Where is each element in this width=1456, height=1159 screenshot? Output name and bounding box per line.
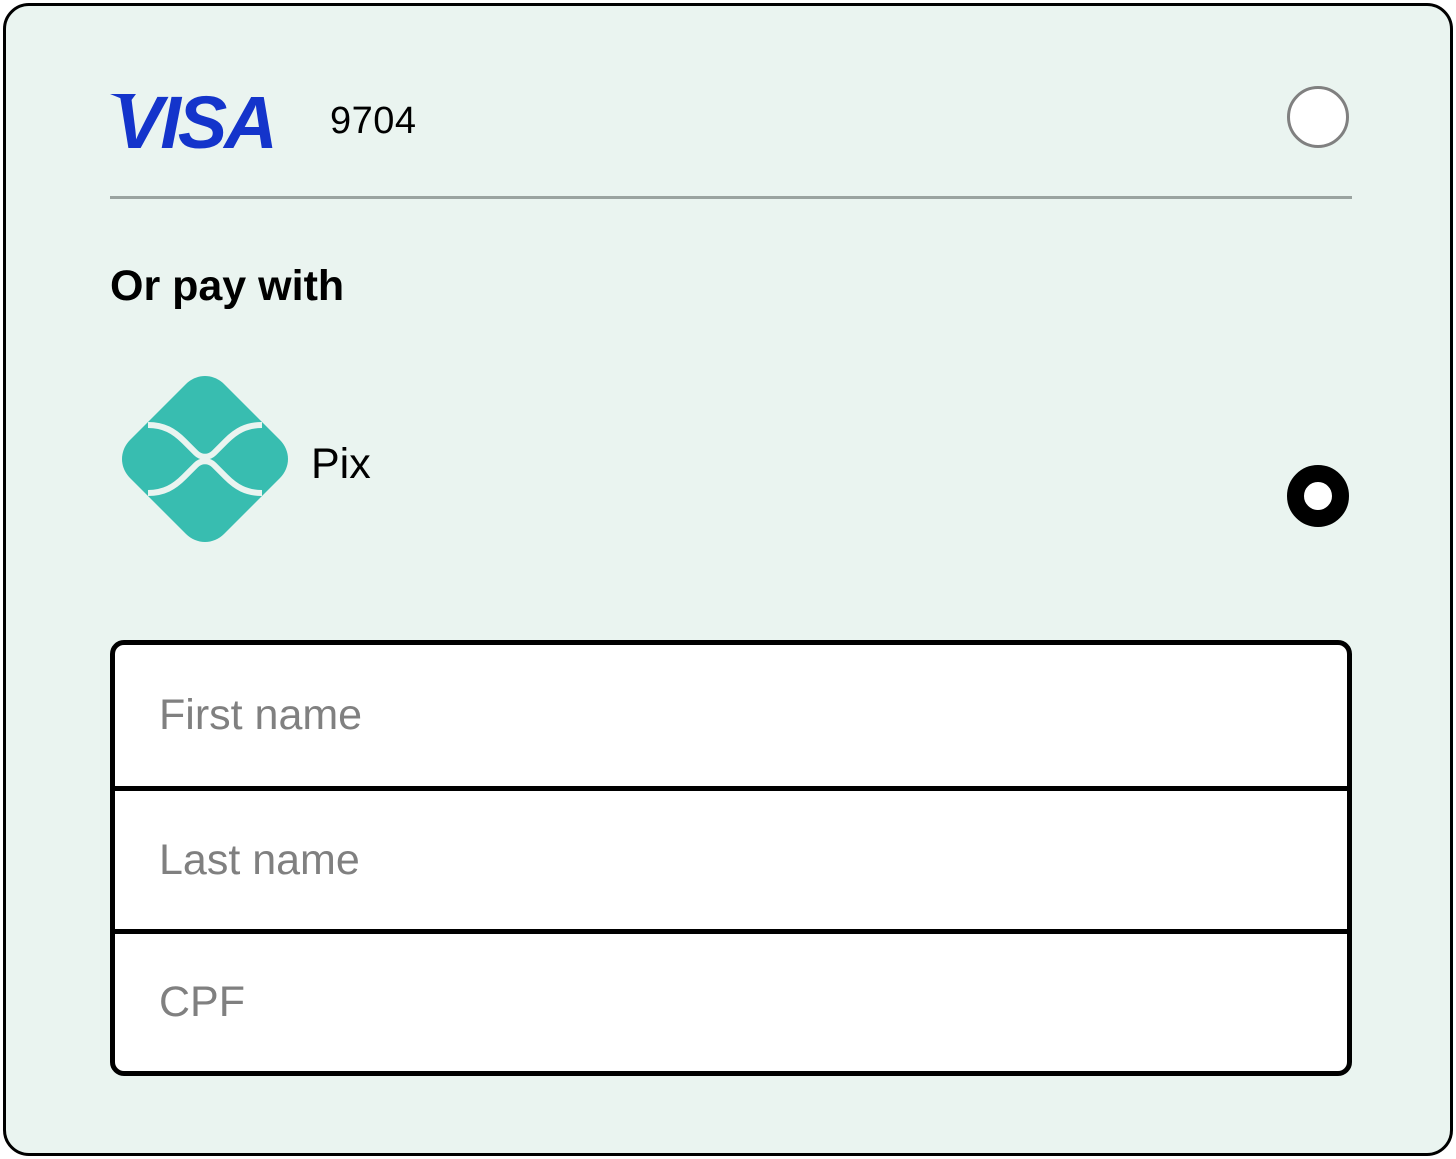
pix-details-form (110, 640, 1352, 1076)
first-name-input[interactable] (115, 645, 1347, 786)
cpf-field-wrapper (115, 934, 1347, 1071)
visa-logo-icon: VISA (110, 88, 296, 152)
svg-text:VISA: VISA (114, 88, 275, 152)
card-last-four: 9704 (330, 100, 417, 142)
payment-method-card: VISA 9704 Or pay with Pix (3, 3, 1453, 1156)
pix-method-label: Pix (311, 440, 371, 488)
or-pay-with-heading: Or pay with (110, 262, 345, 310)
last-name-input[interactable] (115, 791, 1347, 929)
cpf-input[interactable] (115, 934, 1347, 1071)
saved-card-radio[interactable] (1287, 86, 1349, 148)
pix-logo-icon (120, 376, 290, 546)
first-name-field-wrapper (115, 645, 1347, 786)
divider (110, 196, 1352, 199)
pix-radio[interactable] (1287, 465, 1349, 527)
last-name-field-wrapper (115, 791, 1347, 929)
